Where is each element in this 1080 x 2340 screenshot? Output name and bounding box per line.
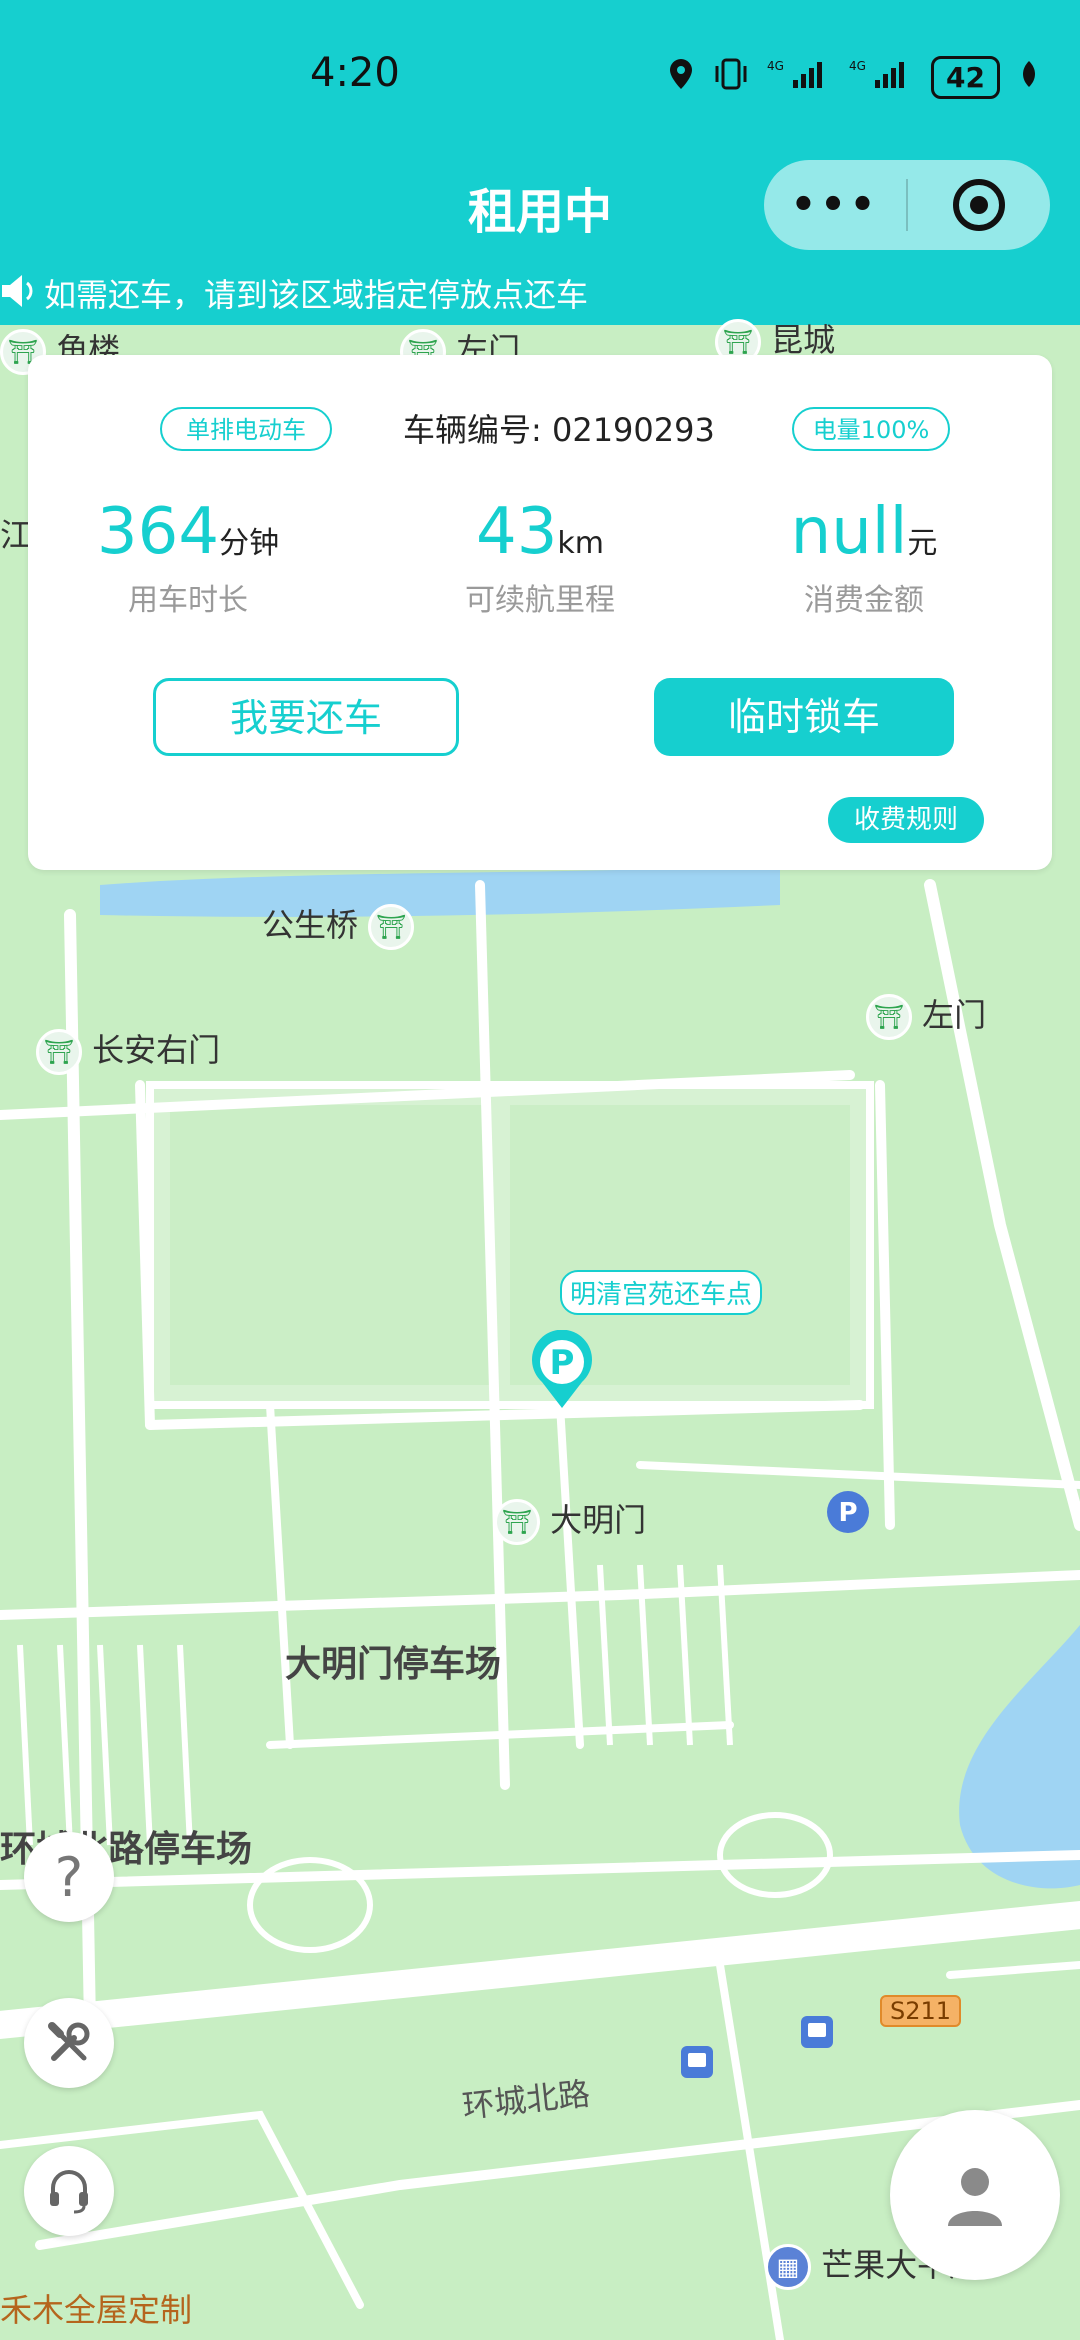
close-mini-program-button[interactable] <box>908 177 1050 233</box>
pricing-rules-button[interactable]: 收费规则 <box>828 797 984 843</box>
status-time: 4:20 <box>310 50 400 96</box>
parking-marker-icon: P <box>532 1329 592 1408</box>
stat-label: 用车时长 <box>128 583 248 618</box>
vibrate-icon <box>713 58 749 97</box>
map-label-damingmen: ⛩ 大明门 <box>494 1495 646 1545</box>
bus-stop-icon <box>680 2045 714 2083</box>
network-type-1: 4G <box>767 59 784 73</box>
road-sign-s211: S211 <box>880 1995 962 2027</box>
target-icon <box>953 179 1005 231</box>
stat-unit: 分钟 <box>219 526 280 561</box>
temporary-lock-button[interactable]: 临时锁车 <box>654 678 954 756</box>
stat-label: 可续航里程 <box>465 583 615 618</box>
question-icon: ? <box>54 1845 84 1909</box>
tools-icon <box>48 2022 90 2061</box>
customer-service-button[interactable] <box>24 2146 114 2236</box>
map-label-quanwu: 禾木全屋定制 <box>0 2291 193 2329</box>
stat-unit: 元 <box>907 526 938 561</box>
stat-remaining-range: 43km 可续航里程 <box>380 495 700 619</box>
vehicle-number-value: 02190293 <box>551 411 715 449</box>
stat-usage-time: 364分钟 用车时长 <box>28 495 348 619</box>
person-icon <box>948 2168 1002 2226</box>
stat-value: 43 <box>475 495 558 569</box>
network-type-2: 4G <box>849 59 866 73</box>
rental-info-card: 单排电动车 车辆编号: 02190293 电量100% 364分钟 用车时长 4… <box>28 355 1052 870</box>
palace-icon: ⛩ <box>866 994 912 1040</box>
stat-value: null <box>790 495 908 569</box>
stat-value: 364 <box>96 495 220 569</box>
help-button[interactable]: ? <box>24 1832 114 1922</box>
palace-icon: ⛩ <box>368 904 415 950</box>
notice-text: 如需还车，请到该区域指定停放点还车 <box>44 275 589 314</box>
signal-icon-1: 4G <box>767 58 831 97</box>
speaker-icon <box>0 271 38 315</box>
return-point-label[interactable]: 明清宫苑还车点 <box>560 1270 763 1315</box>
map-label-damingmen-parking: 大明门停车场 <box>285 1644 502 1685</box>
parking-icon: P <box>826 1490 870 1538</box>
vehicle-type-tag: 单排电动车 <box>160 407 332 451</box>
status-bar: 4:20 4G 4G 42 <box>0 0 1080 150</box>
map-label-gongshengqiao: 公生桥 ⛩ <box>262 900 415 950</box>
nav-bar: 租用中 ••• <box>0 150 1080 260</box>
mini-program-capsule: ••• <box>764 160 1050 250</box>
map-label-zuomen: ⛩ 左门 <box>866 990 986 1040</box>
return-point-marker[interactable]: P <box>528 1329 596 1414</box>
signal-icon-2: 4G <box>849 58 913 97</box>
status-icons: 4G 4G 42 <box>667 56 1040 99</box>
battery-tag: 电量100% <box>792 407 950 451</box>
svg-text:P: P <box>838 1498 857 1528</box>
stat-unit: km <box>557 526 605 561</box>
battery-indicator: 42 <box>931 56 1000 99</box>
bus-stop-icon <box>800 2015 834 2053</box>
svg-text:P: P <box>550 1343 575 1383</box>
palace-icon: ⛩ <box>36 1029 82 1075</box>
return-vehicle-button[interactable]: 我要还车 <box>153 678 459 756</box>
headset-icon <box>50 2170 88 2214</box>
user-profile-button[interactable] <box>890 2110 1060 2280</box>
stat-cost: null元 消费金额 <box>704 495 1024 619</box>
leaf-icon <box>1018 59 1040 96</box>
repair-button[interactable] <box>24 1998 114 2088</box>
building-icon: ▦ <box>765 2244 811 2290</box>
notice-bar: 如需还车，请到该区域指定停放点还车 <box>0 260 1080 325</box>
stat-label: 消费金额 <box>804 583 924 618</box>
map-label-changanyoumen: ⛩ 长安右门 <box>36 1025 220 1075</box>
more-menu-button[interactable]: ••• <box>764 182 906 228</box>
vehicle-number: 车辆编号: 02190293 <box>403 405 715 451</box>
location-icon <box>667 57 695 98</box>
vehicle-number-label: 车辆编号: <box>403 411 542 449</box>
palace-icon: ⛩ <box>494 1499 540 1545</box>
